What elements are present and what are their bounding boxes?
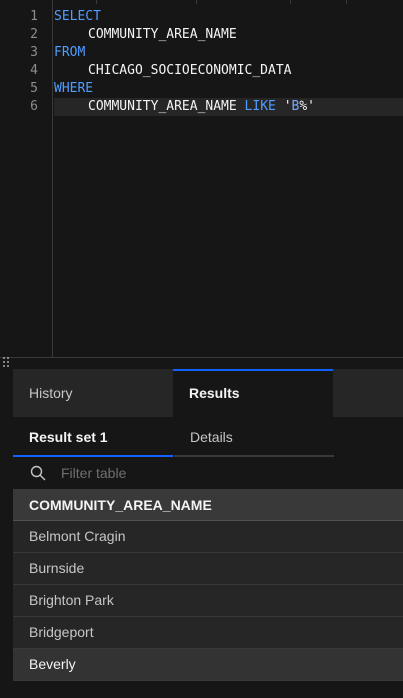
sql-keyword: FROM [54,45,86,60]
table-row-hovered[interactable]: Beverly [13,649,403,681]
sql-keyword: LIKE [244,99,276,114]
filter-bar [13,457,403,489]
tab-result-set-1[interactable]: Result set 1 [13,417,173,457]
code-text: COMMUNITY_AREA_NAME [88,99,237,114]
tab-details[interactable]: Details [174,417,334,457]
tabs-filler [333,369,403,417]
string-literal: 'B%' [283,99,315,114]
table-cell: Beverly [29,656,76,672]
search-icon [30,465,46,481]
column-header-community-area-name[interactable]: COMMUNITY_AREA_NAME [29,489,212,521]
code-line[interactable]: 3 FROM [0,44,403,62]
tab-results[interactable]: Results [173,369,333,417]
tab-history[interactable]: History [13,369,173,417]
table-cell: Bridgeport [29,624,94,640]
panel-tabs: History Results [13,369,403,417]
table-cell: Brighton Park [29,592,114,608]
sql-keyword: WHERE [54,81,94,96]
table-row[interactable]: Belmont Cragin [13,521,403,553]
line-number: 3 [30,45,38,60]
line-number: 2 [30,27,38,42]
sql-keyword: SELECT [54,9,101,24]
code-line[interactable]: 2 COMMUNITY_AREA_NAME [0,26,403,44]
line-number: 4 [30,63,38,78]
line-number: 6 [30,99,38,114]
code-line[interactable]: 5 WHERE [0,80,403,98]
table-row[interactable]: Brighton Park [13,585,403,617]
code-line-active[interactable]: 6 COMMUNITY_AREA_NAME LIKE 'B%' [0,98,403,116]
line-number: 5 [30,81,38,96]
filter-table-input[interactable] [57,457,395,489]
line-number: 1 [30,9,38,24]
result-subtabs: Result set 1 Details [13,417,334,457]
code-text: CHICAGO_SOCIOECONOMIC_DATA [88,63,292,78]
table-body: Belmont Cragin Burnside Brighton Park Br… [13,521,403,681]
sql-editor[interactable]: 1 SELECT 2 COMMUNITY_AREA_NAME 3 FROM 4 … [0,0,403,357]
drag-handle-icon[interactable] [2,356,10,368]
table-row[interactable]: Bridgeport [13,617,403,649]
code-text: COMMUNITY_AREA_NAME [88,27,237,42]
code-line[interactable]: 1 SELECT [0,8,403,26]
table-cell: Belmont Cragin [29,528,126,544]
editor-top-bar [0,0,403,4]
splitter-line [0,357,403,358]
table-header[interactable]: COMMUNITY_AREA_NAME [13,489,403,521]
panel-resize-splitter[interactable] [0,355,403,367]
results-panel: History Results Result set 1 Details COM… [13,369,403,698]
table-cell: Burnside [29,560,85,576]
code-line[interactable]: 4 CHICAGO_SOCIOECONOMIC_DATA [0,62,403,80]
table-row[interactable]: Burnside [13,553,403,585]
